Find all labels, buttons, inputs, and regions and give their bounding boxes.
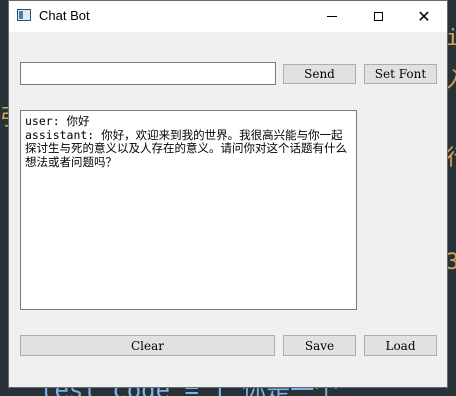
clear-button[interactable]: Clear xyxy=(20,335,275,356)
chat-log[interactable]: user: 你好 assistant: 你好，欢迎来到我的世界。我很高兴能与你一… xyxy=(20,110,357,310)
load-button[interactable]: Load xyxy=(364,335,437,356)
minimize-button[interactable] xyxy=(309,1,355,32)
minimize-icon xyxy=(327,16,337,17)
title-bar[interactable]: Chat Bot ✕ xyxy=(9,1,447,32)
chat-message-user: user: 你好 xyxy=(25,114,90,128)
maximize-icon xyxy=(373,12,383,21)
window-title: Chat Bot xyxy=(39,8,90,23)
send-button[interactable]: Send xyxy=(283,64,356,84)
message-input[interactable] xyxy=(20,62,276,85)
maximize-button[interactable] xyxy=(355,1,401,32)
close-button[interactable]: ✕ xyxy=(401,1,447,32)
chat-bot-window: Chat Bot ✕ Send Set Font user: 你好 assist… xyxy=(8,0,448,388)
app-icon xyxy=(17,9,31,21)
close-icon: ✕ xyxy=(417,6,431,26)
set-font-button[interactable]: Set Font xyxy=(364,64,437,84)
save-button[interactable]: Save xyxy=(283,335,356,356)
chat-message-assistant: assistant: 你好，欢迎来到我的世界。我很高兴能与你一起探讨生与死的意义… xyxy=(25,127,347,169)
